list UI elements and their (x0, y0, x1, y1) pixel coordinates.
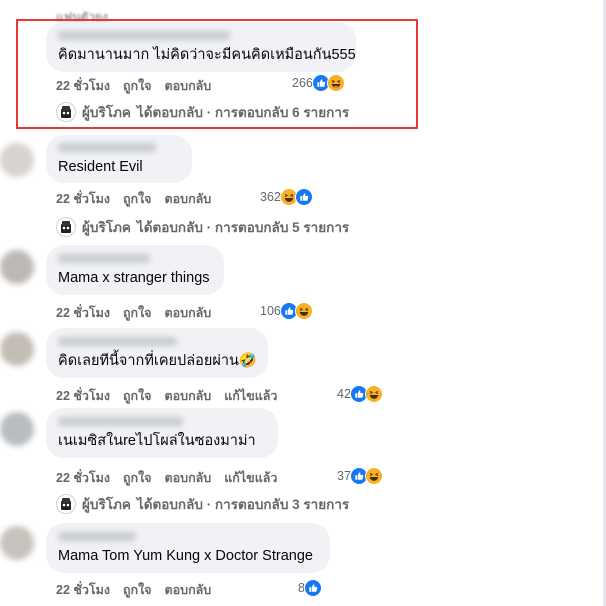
comment-actions: 22 ชั่วโมง ถูกใจ ตอบกลับ (56, 76, 211, 96)
reply-link[interactable]: ตอบกลับ (165, 76, 212, 96)
haha-reaction-icon (294, 302, 313, 320)
comment-bubble: เนเมซิสในreไปโผล่ในซองมาม่า (46, 408, 278, 458)
reaction-summary[interactable]: 8 (298, 579, 322, 597)
comment-text: คิดมานานมาก ไม่คิดว่าจะมีคนคิดเหมือนกัน5… (58, 46, 356, 63)
like-link[interactable]: ถูกใจ (123, 76, 152, 96)
comment-bubble: Mama x stranger things (46, 245, 224, 295)
like-link[interactable]: ถูกใจ (123, 303, 152, 323)
reaction-summary[interactable]: 37 (337, 467, 383, 485)
edited-label: แก้ไขแล้ว (224, 389, 278, 403)
timestamp[interactable]: 22 ชั่วโมง (56, 76, 110, 96)
haha-reaction-icon (364, 385, 383, 403)
like-reaction-icon (303, 579, 322, 597)
comment-actions: 22 ชั่วโมง ถูกใจ ตอบกลับ แก้ไขแล้ว (56, 468, 277, 488)
avatar[interactable] (0, 143, 34, 177)
reaction-count: 362 (260, 190, 281, 204)
comment-actions: 22 ชั่วโมง ถูกใจ ตอบกลับ (56, 580, 211, 600)
comment-actions: 22 ชั่วโมง ถูกใจ ตอบกลับ (56, 303, 211, 323)
author-name-blurred[interactable] (58, 336, 177, 346)
author-name-blurred[interactable] (58, 253, 151, 263)
avatar[interactable] (0, 526, 34, 560)
author-name-blurred[interactable] (58, 142, 156, 152)
reaction-count: 266 (292, 76, 313, 90)
like-link[interactable]: ถูกใจ (123, 468, 152, 488)
view-replies-link[interactable]: ผู้บริโภค ได้ตอบกลับ · การตอบกลับ 5 รายก… (56, 216, 349, 238)
comment-text: เนเมซิสในreไปโผล่ในซองมาม่า (58, 432, 256, 449)
avatar[interactable] (0, 332, 34, 366)
author-name-blurred[interactable] (58, 30, 230, 40)
haha-reaction-icon (326, 74, 345, 92)
comment-text: คิดเลยทีนี้จากที่เคยปล่อยผ่าน🤣 (58, 352, 257, 369)
author-name-blurred[interactable] (58, 416, 183, 426)
reaction-summary[interactable]: 362 (260, 188, 313, 206)
reaction-count: 42 (337, 387, 351, 401)
avatar[interactable] (0, 412, 34, 446)
comment-text: Mama x stranger things (58, 269, 210, 286)
page-avatar-icon (56, 102, 76, 122)
like-reaction-icon (294, 188, 313, 206)
page-avatar-icon (56, 494, 76, 514)
avatar[interactable] (0, 250, 34, 284)
reaction-count: 106 (260, 304, 281, 318)
page-name: ผู้บริโภค (82, 220, 131, 235)
timestamp[interactable]: 22 ชั่วโมง (56, 189, 110, 209)
comment-bubble: Mama Tom Yum Kung x Doctor Strange (46, 523, 330, 573)
comment-text: Mama Tom Yum Kung x Doctor Strange (58, 547, 313, 564)
like-link[interactable]: ถูกใจ (123, 580, 152, 600)
reply-link[interactable]: ตอบกลับ (165, 468, 212, 488)
replies-text: ได้ตอบกลับ · การตอบกลับ 3 รายการ (136, 497, 350, 512)
comment-bubble: Resident Evil (46, 135, 192, 183)
view-replies-link[interactable]: ผู้บริโภค ได้ตอบกลับ · การตอบกลับ 6 รายก… (56, 101, 349, 123)
like-link[interactable]: ถูกใจ (123, 386, 152, 406)
page-name: ผู้บริโภค (82, 497, 131, 512)
timestamp[interactable]: 22 ชั่วโมง (56, 303, 110, 323)
replies-text: ได้ตอบกลับ · การตอบกลับ 5 รายการ (136, 220, 350, 235)
like-link[interactable]: ถูกใจ (123, 189, 152, 209)
reply-link[interactable]: ตอบกลับ (165, 580, 212, 600)
replies-text: ได้ตอบกลับ · การตอบกลับ 6 รายการ (136, 105, 350, 120)
comment-actions: 22 ชั่วโมง ถูกใจ ตอบกลับ (56, 189, 211, 209)
reaction-count: 37 (337, 469, 351, 483)
reply-link[interactable]: ตอบกลับ (165, 386, 212, 406)
comment-actions: 22 ชั่วโมง ถูกใจ ตอบกลับ แก้ไขแล้ว (56, 386, 277, 406)
reply-link[interactable]: ตอบกลับ (165, 189, 212, 209)
comment-bubble: คิดมานานมาก ไม่คิดว่าจะมีคนคิดเหมือนกัน5… (46, 22, 356, 72)
comment-bubble: คิดเลยทีนี้จากที่เคยปล่อยผ่าน🤣 (46, 328, 268, 378)
view-replies-link[interactable]: ผู้บริโภค ได้ตอบกลับ · การตอบกลับ 3 รายก… (56, 493, 349, 515)
page-name: ผู้บริโภค (82, 105, 131, 120)
author-name-blurred[interactable] (58, 531, 136, 541)
timestamp[interactable]: 22 ชั่วโมง (56, 386, 110, 406)
timestamp[interactable]: 22 ชั่วโมง (56, 580, 110, 600)
page-avatar-icon (56, 217, 76, 237)
timestamp[interactable]: 22 ชั่วโมง (56, 468, 110, 488)
edited-label: แก้ไขแล้ว (224, 471, 278, 485)
haha-reaction-icon (364, 467, 383, 485)
comment-text: Resident Evil (58, 158, 143, 175)
reaction-summary[interactable]: 106 (260, 302, 313, 320)
reply-link[interactable]: ตอบกลับ (165, 303, 212, 323)
reaction-summary[interactable]: 266 (292, 74, 345, 92)
reaction-summary[interactable]: 42 (337, 385, 383, 403)
